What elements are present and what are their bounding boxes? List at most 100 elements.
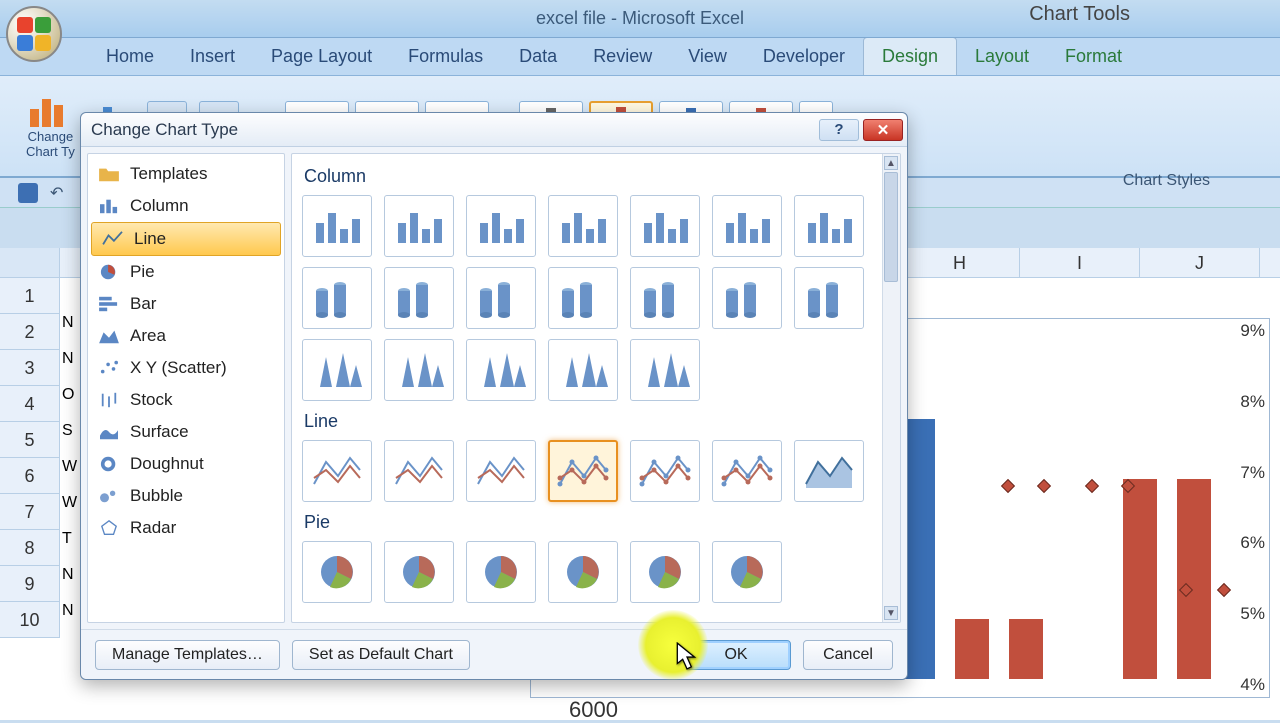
area-chart-icon — [98, 327, 120, 345]
section-title-column: Column — [304, 166, 890, 187]
save-icon[interactable] — [18, 183, 38, 203]
change-chart-type-dialog: Change Chart Type ? ✕ Templates Column L… — [80, 112, 908, 680]
chart-option-pie[interactable] — [466, 541, 536, 603]
folder-icon — [98, 165, 120, 183]
bubble-chart-icon — [98, 487, 120, 505]
category-pie[interactable]: Pie — [88, 256, 284, 288]
chart-option-line[interactable] — [466, 440, 536, 502]
scroll-down-icon[interactable]: ▼ — [884, 606, 898, 620]
category-templates[interactable]: Templates — [88, 158, 284, 190]
chart-option-column[interactable] — [466, 267, 536, 329]
chart-type-gallery[interactable]: Column Line Pie ▲ ▼ — [291, 153, 901, 623]
category-radar[interactable]: Radar — [88, 512, 284, 544]
scroll-up-icon[interactable]: ▲ — [884, 156, 898, 170]
tab-layout[interactable]: Layout — [957, 38, 1047, 75]
chart-styles-group-label: Chart Styles — [1123, 172, 1210, 190]
set-default-chart-button[interactable]: Set as Default Chart — [292, 640, 470, 670]
chart-option-column[interactable] — [548, 339, 618, 401]
tab-format[interactable]: Format — [1047, 38, 1140, 75]
bar-chart-icon — [98, 295, 120, 313]
tab-insert[interactable]: Insert — [172, 38, 253, 75]
chart-option-column[interactable] — [302, 195, 372, 257]
ribbon-tab-strip: Home Insert Page Layout Formulas Data Re… — [0, 38, 1280, 76]
tab-formulas[interactable]: Formulas — [390, 38, 501, 75]
category-area[interactable]: Area — [88, 320, 284, 352]
chart-option-column[interactable] — [712, 195, 782, 257]
category-column[interactable]: Column — [88, 190, 284, 222]
manage-templates-button[interactable]: Manage Templates… — [95, 640, 280, 670]
category-stock[interactable]: Stock — [88, 384, 284, 416]
chart-option-column[interactable] — [630, 339, 700, 401]
chart-option-column[interactable] — [630, 267, 700, 329]
undo-icon[interactable]: ↶ — [50, 183, 63, 203]
chart-option-line[interactable] — [630, 440, 700, 502]
category-doughnut[interactable]: Doughnut — [88, 448, 284, 480]
tab-view[interactable]: View — [670, 38, 745, 75]
section-title-line: Line — [304, 411, 890, 432]
tab-review[interactable]: Review — [575, 38, 670, 75]
row-headers[interactable]: 1 2 3 4 5 6 7 8 9 10 — [0, 278, 60, 638]
select-all-corner[interactable] — [0, 248, 60, 277]
chart-option-pie[interactable] — [712, 541, 782, 603]
dialog-footer: Manage Templates… Set as Default Chart O… — [81, 629, 907, 679]
ok-button[interactable]: OK — [681, 640, 791, 670]
chart-tools-contextual-label: Chart Tools — [1029, 3, 1130, 26]
column-header[interactable]: J — [1140, 248, 1260, 277]
change-chart-type-button[interactable]: Change Chart Ty — [20, 91, 81, 161]
tab-design[interactable]: Design — [863, 37, 957, 75]
chart-option-pie[interactable] — [548, 541, 618, 603]
chart-option-column[interactable] — [630, 195, 700, 257]
category-bubble[interactable]: Bubble — [88, 480, 284, 512]
stock-chart-icon — [98, 391, 120, 409]
section-title-pie: Pie — [304, 512, 890, 533]
category-line[interactable]: Line — [91, 222, 281, 256]
app-titlebar: excel file - Microsoft Excel Chart Tools — [0, 0, 1280, 38]
tab-home[interactable]: Home — [88, 38, 172, 75]
help-button[interactable]: ? — [819, 119, 859, 141]
close-button[interactable]: ✕ — [863, 119, 903, 141]
column-chart-icon — [30, 93, 70, 127]
tab-data[interactable]: Data — [501, 38, 575, 75]
scatter-chart-icon — [98, 359, 120, 377]
chart-option-line[interactable] — [384, 440, 454, 502]
category-scatter[interactable]: X Y (Scatter) — [88, 352, 284, 384]
gallery-scrollbar[interactable]: ▲ ▼ — [882, 154, 900, 622]
chart-option-line[interactable] — [548, 440, 618, 502]
office-button[interactable] — [6, 6, 62, 62]
chart-option-line[interactable] — [712, 440, 782, 502]
cancel-button[interactable]: Cancel — [803, 640, 893, 670]
chart-option-column[interactable] — [384, 339, 454, 401]
dialog-title: Change Chart Type — [91, 120, 238, 140]
dialog-titlebar[interactable]: Change Chart Type ? ✕ — [81, 113, 907, 147]
chart-option-column[interactable] — [302, 339, 372, 401]
chart-option-pie[interactable] — [384, 541, 454, 603]
chart-option-column[interactable] — [712, 267, 782, 329]
tab-page-layout[interactable]: Page Layout — [253, 38, 390, 75]
tab-developer[interactable]: Developer — [745, 38, 863, 75]
chart-option-column[interactable] — [384, 267, 454, 329]
doughnut-chart-icon — [98, 455, 120, 473]
scroll-thumb[interactable] — [884, 172, 898, 282]
column-header[interactable]: H — [900, 248, 1020, 277]
chart-option-column[interactable] — [384, 195, 454, 257]
category-surface[interactable]: Surface — [88, 416, 284, 448]
chart-category-list[interactable]: Templates Column Line Pie Bar Area — [87, 153, 285, 623]
surface-chart-icon — [98, 423, 120, 441]
chart-option-column[interactable] — [794, 267, 864, 329]
chart-option-column[interactable] — [548, 195, 618, 257]
chart-option-line[interactable] — [302, 440, 372, 502]
chart-option-column[interactable] — [302, 267, 372, 329]
chart-option-line[interactable] — [794, 440, 864, 502]
chart-option-column[interactable] — [548, 267, 618, 329]
chart-option-pie[interactable] — [302, 541, 372, 603]
line-chart-icon — [102, 230, 124, 248]
category-bar[interactable]: Bar — [88, 288, 284, 320]
chart-option-column[interactable] — [466, 339, 536, 401]
chart-option-pie[interactable] — [630, 541, 700, 603]
radar-chart-icon — [98, 519, 120, 537]
chart-option-column[interactable] — [794, 195, 864, 257]
pie-chart-icon — [98, 263, 120, 281]
chart-option-column[interactable] — [466, 195, 536, 257]
column-header[interactable]: I — [1020, 248, 1140, 277]
chart-axis-value: 6000 — [569, 697, 618, 723]
